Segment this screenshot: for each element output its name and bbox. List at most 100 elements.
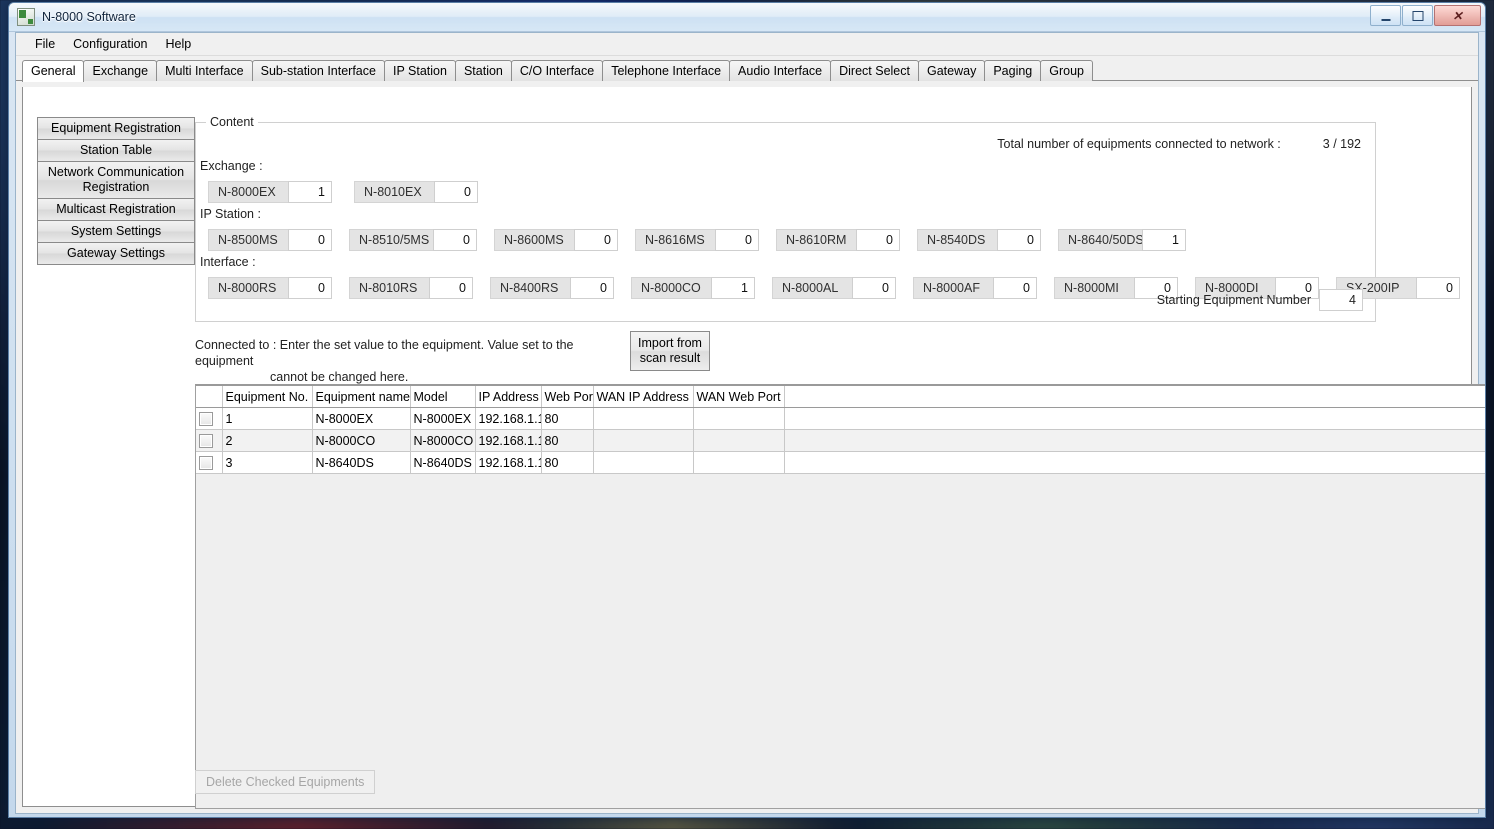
sidebar-item-system-settings[interactable]: System Settings	[37, 220, 195, 243]
cell-equipment-name[interactable]: N-8000EX	[312, 407, 411, 430]
cell-wan-web-port[interactable]	[693, 429, 785, 452]
field-value-n-8616ms[interactable]: 0	[715, 229, 759, 251]
field-value-n-8600ms[interactable]: 0	[574, 229, 618, 251]
field-n-8000ex[interactable]: N-8000EX 1	[208, 181, 332, 203]
field-value-sx-200ip[interactable]: 0	[1416, 277, 1460, 299]
cell-model[interactable]: N-8000CO	[410, 429, 476, 452]
cell-equipment-no[interactable]: 1	[222, 407, 313, 430]
tab-sub-station-interface[interactable]: Sub-station Interface	[251, 60, 385, 81]
menu-item-help[interactable]: Help	[157, 35, 201, 53]
row-checkbox[interactable]	[199, 455, 213, 470]
sidebar-item-equipment-registration[interactable]: Equipment Registration	[37, 117, 195, 140]
column-header-web-port[interactable]: Web Port	[541, 386, 594, 408]
column-header-wan-web-port[interactable]: WAN Web Port	[693, 386, 785, 408]
cell-wan-web-port[interactable]	[693, 451, 785, 474]
cell-web-port[interactable]: 80	[541, 429, 594, 452]
tab-direct-select[interactable]: Direct Select	[830, 60, 919, 81]
cell-ip-address[interactable]: 192.168.1.1	[475, 451, 542, 474]
field-value-n-8540ds[interactable]: 0	[997, 229, 1041, 251]
field-value-n-8610rm[interactable]: 0	[856, 229, 900, 251]
field-n-8010rs[interactable]: N-8010RS 0	[349, 277, 473, 299]
sidebar-item-multicast-registration[interactable]: Multicast Registration	[37, 198, 195, 221]
field-n-8616ms[interactable]: N-8616MS 0	[635, 229, 759, 251]
cell-wan-web-port[interactable]	[693, 407, 785, 430]
field-n-8400rs[interactable]: N-8400RS 0	[490, 277, 614, 299]
minimize-button[interactable]	[1370, 5, 1401, 26]
tab-group[interactable]: Group	[1040, 60, 1094, 81]
sidebar-item-station-table[interactable]: Station Table	[37, 139, 195, 162]
close-button[interactable]: ✕	[1434, 5, 1481, 26]
column-header-ip-address[interactable]: IP Address	[475, 386, 542, 408]
tab-paging[interactable]: Paging	[984, 60, 1042, 81]
column-header-equipment-name[interactable]: Equipment name	[312, 386, 411, 408]
tab-multi-interface[interactable]: Multi Interface	[156, 60, 253, 81]
field-value-n-8010ex[interactable]: 0	[434, 181, 478, 203]
cell-equipment-no[interactable]: 3	[222, 451, 313, 474]
field-value-n-8400rs[interactable]: 0	[570, 277, 614, 299]
row-checkbox-cell[interactable]	[196, 407, 223, 430]
tab-co-interface[interactable]: C/O Interface	[510, 60, 604, 81]
tab-telephone-interface[interactable]: Telephone Interface	[602, 60, 731, 81]
field-value-n-8000af[interactable]: 0	[993, 277, 1037, 299]
column-header-select-all[interactable]	[196, 386, 223, 408]
exchange-section-label: Exchange :	[200, 159, 263, 173]
row-checkbox[interactable]	[199, 411, 213, 426]
tab-general[interactable]: General	[22, 60, 85, 82]
field-n-8000rs[interactable]: N-8000RS 0	[208, 277, 332, 299]
field-value-n-8000rs[interactable]: 0	[288, 277, 332, 299]
field-n-8500ms[interactable]: N-8500MS 0	[208, 229, 332, 251]
field-n-8510-5ms[interactable]: N-8510/5MS 0	[349, 229, 477, 251]
field-n-8000co[interactable]: N-8000CO 1	[631, 277, 755, 299]
field-value-n-8010rs[interactable]: 0	[429, 277, 473, 299]
equipment-table-container[interactable]: Equipment No. Equipment name Model IP Ad…	[195, 384, 1485, 809]
table-row[interactable]: 2 N-8000CO N-8000CO 192.168.1.1 80	[196, 429, 1485, 452]
starting-equipment-number-input[interactable]: 4	[1319, 289, 1363, 311]
field-value-n-8510-5ms[interactable]: 0	[433, 229, 477, 251]
row-checkbox[interactable]	[199, 433, 213, 448]
sidebar-item-gateway-settings[interactable]: Gateway Settings	[37, 242, 195, 265]
menu-item-configuration[interactable]: Configuration	[64, 35, 156, 53]
cell-wan-ip-address[interactable]	[593, 407, 694, 430]
table-row[interactable]: 3 N-8640DS N-8640DS 192.168.1.1 80	[196, 451, 1485, 474]
tab-gateway[interactable]: Gateway	[917, 60, 986, 81]
menu-item-file[interactable]: File	[26, 35, 64, 53]
field-n-8540ds[interactable]: N-8540DS 0	[917, 229, 1041, 251]
column-header-wan-ip-address[interactable]: WAN IP Address	[593, 386, 694, 408]
cell-equipment-no[interactable]: 2	[222, 429, 313, 452]
cell-model[interactable]: N-8000EX	[410, 407, 476, 430]
sidebar-item-network-communication-registration[interactable]: Network Communication Registration	[37, 161, 195, 199]
field-value-n-8640-50ds[interactable]: 1	[1142, 229, 1186, 251]
row-checkbox-cell[interactable]	[196, 429, 223, 452]
cell-web-port[interactable]: 80	[541, 451, 594, 474]
field-n-8610rm[interactable]: N-8610RM 0	[776, 229, 900, 251]
table-row[interactable]: 1 N-8000EX N-8000EX 192.168.1.1 80	[196, 407, 1485, 430]
row-checkbox-cell[interactable]	[196, 451, 223, 474]
cell-wan-ip-address[interactable]	[593, 429, 694, 452]
field-value-n-8000ex[interactable]: 1	[288, 181, 332, 203]
column-header-model[interactable]: Model	[410, 386, 476, 408]
field-n-8600ms[interactable]: N-8600MS 0	[494, 229, 618, 251]
field-value-n-8000al[interactable]: 0	[852, 277, 896, 299]
maximize-button[interactable]	[1402, 5, 1433, 26]
tab-ip-station[interactable]: IP Station	[383, 60, 456, 81]
cell-web-port[interactable]: 80	[541, 407, 594, 430]
field-value-n-8500ms[interactable]: 0	[288, 229, 332, 251]
total-equipments-line: Total number of equipments connected to …	[997, 137, 1361, 151]
cell-ip-address[interactable]: 192.168.1.1	[475, 429, 542, 452]
tab-exchange[interactable]: Exchange	[83, 60, 158, 81]
field-value-n-8000co[interactable]: 1	[711, 277, 755, 299]
cell-equipment-name[interactable]: N-8000CO	[312, 429, 411, 452]
cell-equipment-name[interactable]: N-8640DS	[312, 451, 411, 474]
column-header-equipment-no[interactable]: Equipment No.	[222, 386, 313, 408]
delete-checked-equipments-button[interactable]: Delete Checked Equipments	[195, 770, 376, 794]
import-from-scan-result-button[interactable]: Import from scan result	[630, 331, 710, 371]
cell-ip-address[interactable]: 192.168.1.1	[475, 407, 542, 430]
cell-model[interactable]: N-8640DS	[410, 451, 476, 474]
tab-audio-interface[interactable]: Audio Interface	[729, 60, 832, 81]
field-n-8000af[interactable]: N-8000AF 0	[913, 277, 1037, 299]
field-n-8000al[interactable]: N-8000AL 0	[772, 277, 896, 299]
field-n-8010ex[interactable]: N-8010EX 0	[354, 181, 478, 203]
field-n-8640-50ds[interactable]: N-8640/50DS 1	[1058, 229, 1186, 251]
cell-wan-ip-address[interactable]	[593, 451, 694, 474]
tab-station[interactable]: Station	[454, 60, 512, 81]
